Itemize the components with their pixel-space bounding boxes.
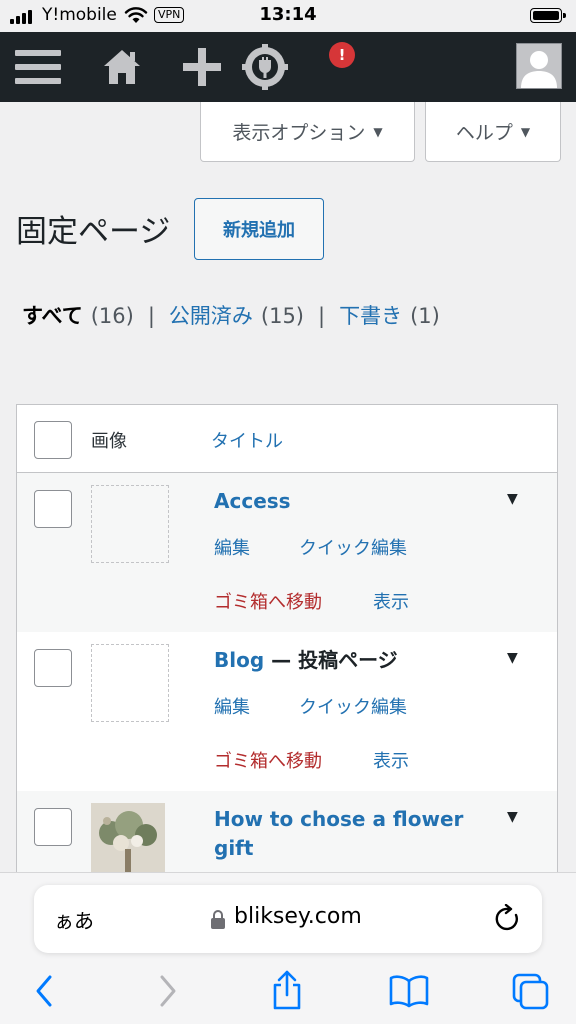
url-text[interactable]: bliksey.com [234,904,362,929]
filter-all-count: (16) [90,304,134,328]
back-icon[interactable] [34,973,54,1009]
add-new-button[interactable]: 新規追加 [194,198,324,260]
quick-edit-link[interactable]: クイック編集 [299,534,407,560]
thumbnail-placeholder [91,485,169,563]
row-checkbox[interactable] [34,490,72,528]
screen-options-label: 表示オプション [232,122,366,144]
customize-button[interactable] [238,32,292,102]
home-icon [104,50,140,84]
new-content-button[interactable] [178,32,226,102]
wp-admin-bar: ! [0,32,576,102]
thumbnail-placeholder [91,644,169,722]
toggle-row-icon[interactable]: ▼ [507,650,518,666]
filter-published-count: (15) [260,304,304,328]
text-size-button[interactable]: ぁあ [54,905,94,934]
table-row: How to chose a flower gift ▼ [17,791,557,883]
filter-published[interactable]: 公開済み [169,300,253,330]
view-link[interactable]: 表示 [373,588,409,614]
help-tab[interactable]: ヘルプ ▼ [425,102,561,162]
table-row: Blog — 投稿ページ ▼ 編集 クイック編集 ゴミ箱へ移動 表示 [17,632,557,791]
user-avatar[interactable] [516,43,562,89]
caret-down-icon: ▼ [520,124,531,139]
edit-link[interactable]: 編集 [214,693,250,719]
toggle-row-icon[interactable]: ▼ [507,809,518,825]
quick-edit-link[interactable]: クイック編集 [299,693,407,719]
edit-link[interactable]: 編集 [214,534,250,560]
flower-thumbnail-image [91,803,165,873]
filter-drafts-count: (1) [410,304,440,328]
column-header-title[interactable]: タイトル [211,427,283,453]
table-header: 画像 タイトル [17,405,557,473]
filter-all[interactable]: すべて [22,300,83,330]
filter-drafts[interactable]: 下書き [339,300,402,330]
menu-toggle-button[interactable] [12,32,64,102]
row-title-link[interactable]: Access [214,489,291,513]
row-title-link[interactable]: Blog [214,648,264,672]
page-title: 固定ページ [16,214,171,250]
row-title[interactable]: Access [214,487,484,516]
hamburger-icon [15,50,61,84]
safari-toolbar: ぁあ bliksey.com [0,872,576,1024]
status-filters: すべて (16) | 公開済み (15) | 下書き (1) [22,300,440,330]
share-icon[interactable] [270,969,304,1011]
reload-icon[interactable] [494,904,522,934]
battery-icon [530,8,566,23]
trash-link[interactable]: ゴミ箱へ移動 [214,588,322,614]
screen-options-tab[interactable]: 表示オプション ▼ [200,102,415,162]
table-row: Access ▼ 編集 クイック編集 ゴミ箱へ移動 表示 [17,473,557,632]
row-checkbox[interactable] [34,649,72,687]
pages-table: 画像 タイトル Access ▼ 編集 クイック編集 ゴミ箱へ移動 表示 Blo… [16,404,558,884]
forward-icon[interactable] [158,973,178,1009]
caret-down-icon: ▼ [373,124,383,139]
row-title: Blog — 投稿ページ [214,646,484,675]
row-title[interactable]: How to chose a flower gift [214,805,484,863]
clock: 13:14 [259,4,317,25]
help-label: ヘルプ [455,122,513,144]
tabs-icon[interactable] [510,971,550,1011]
plus-icon [183,48,221,86]
address-bar[interactable]: ぁあ bliksey.com [34,885,542,953]
trash-link[interactable]: ゴミ箱へ移動 [214,747,322,773]
notification-badge[interactable]: ! [329,42,355,68]
lock-icon [211,910,225,929]
filter-separator: | [147,304,155,328]
select-all-checkbox[interactable] [34,421,72,459]
toggle-row-icon[interactable]: ▼ [507,491,518,507]
site-home-button[interactable] [98,32,146,102]
bookmarks-icon[interactable] [388,973,430,1009]
column-header-image: 画像 [91,431,127,452]
filter-separator: | [318,304,326,328]
gear-icon [242,44,288,90]
view-link[interactable]: 表示 [373,747,409,773]
row-title-link[interactable]: How to chose a flower gift [214,807,463,860]
ios-status-bar: Y!mobile VPN 13:14 [0,0,576,32]
row-checkbox[interactable] [34,808,72,846]
post-state: — 投稿ページ [264,648,398,672]
user-silhouette-icon [521,51,557,88]
